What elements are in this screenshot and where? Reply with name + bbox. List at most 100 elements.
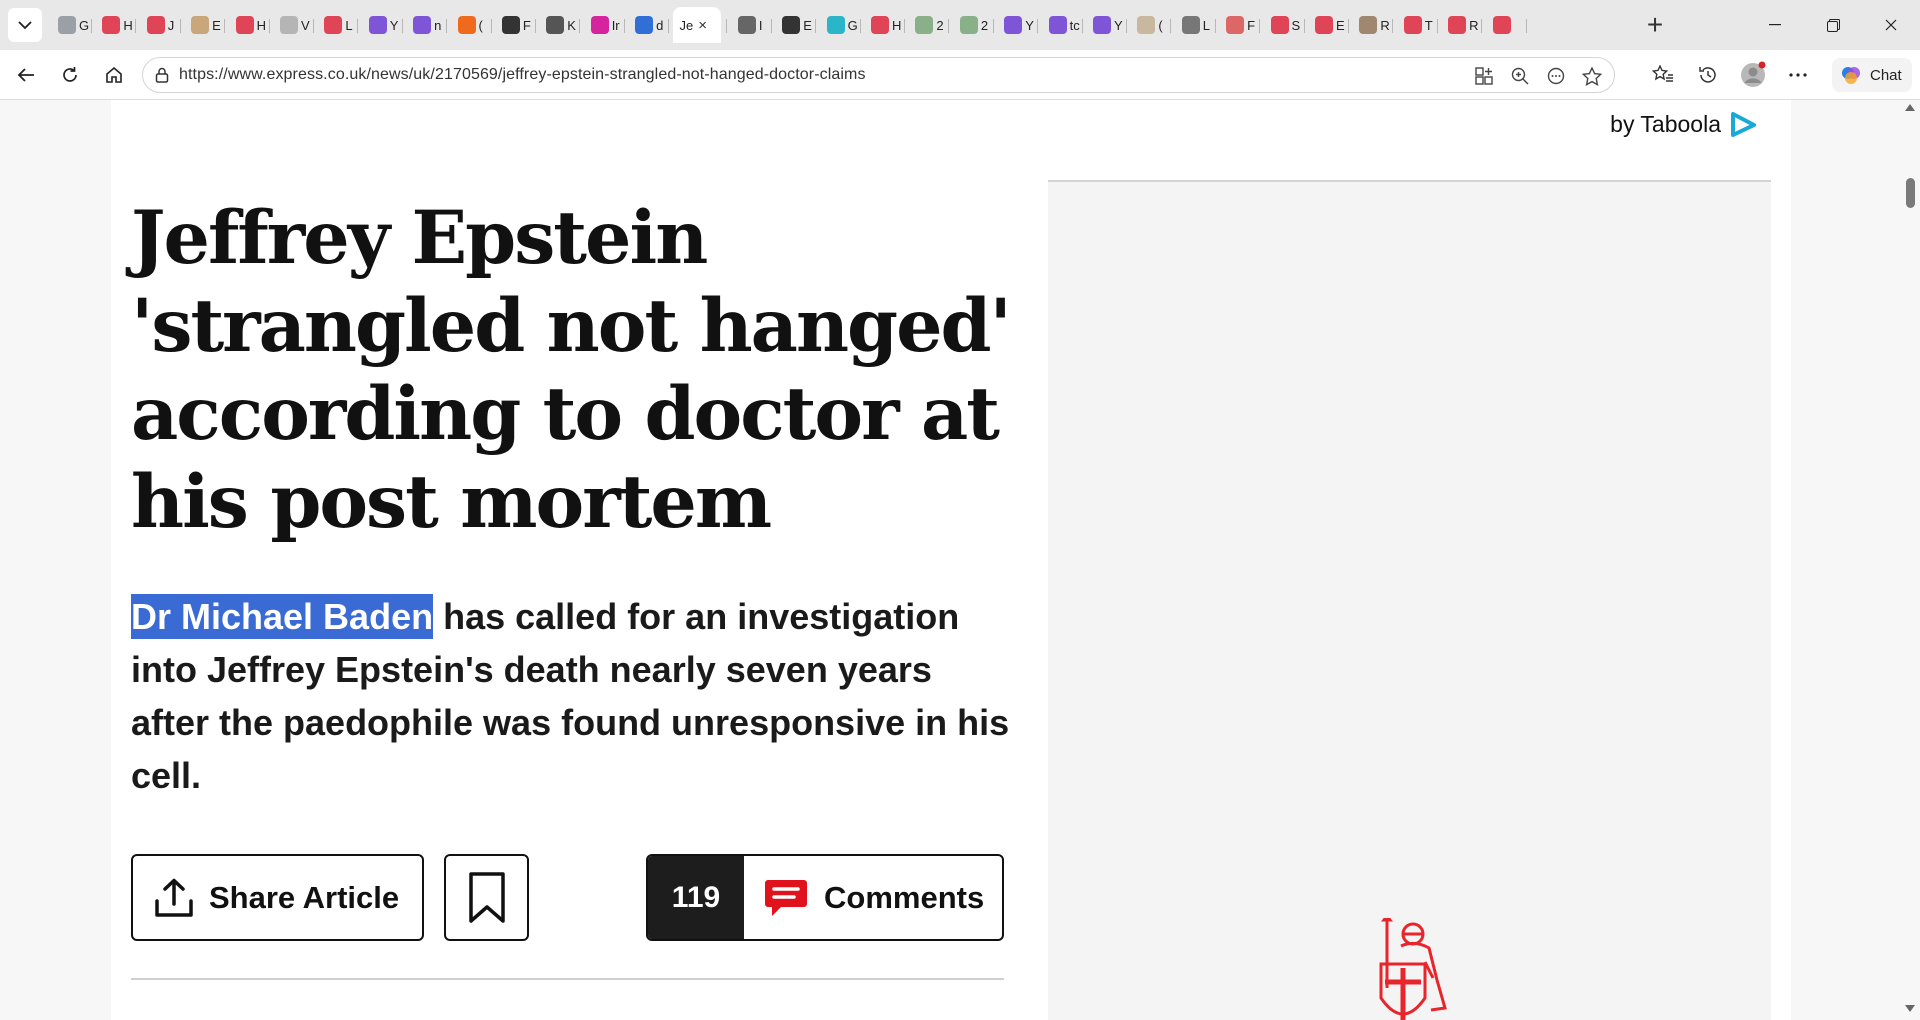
- browser-tab[interactable]: I: [732, 7, 772, 43]
- browser-tab[interactable]: L: [318, 7, 359, 43]
- taboola-logo-icon: [1731, 112, 1756, 137]
- bookmark-icon: [468, 871, 505, 923]
- circle-logo-icon: [191, 16, 210, 34]
- bookmark-button[interactable]: [444, 854, 529, 941]
- youtube-icon: [146, 16, 165, 34]
- app-available-button[interactable]: [1466, 58, 1502, 94]
- tab-title: Ir: [611, 17, 620, 33]
- browser-tab[interactable]: G: [52, 7, 92, 43]
- browser-tab[interactable]: H: [96, 7, 137, 43]
- browser-tab[interactable]: Y: [363, 7, 403, 43]
- tab-title: Y: [1025, 17, 1034, 33]
- favorite-star-button[interactable]: [1574, 58, 1610, 94]
- browser-tab[interactable]: 2: [909, 7, 950, 43]
- browser-tab[interactable]: Y: [998, 7, 1039, 43]
- browser-tab[interactable]: E: [776, 7, 817, 43]
- settings-more-button[interactable]: [1775, 55, 1820, 95]
- browser-tab[interactable]: [1487, 7, 1527, 43]
- profile-button[interactable]: [1730, 55, 1775, 95]
- tab-title: n: [434, 17, 442, 33]
- address-bar[interactable]: https://www.express.co.uk/news/uk/217056…: [142, 57, 1615, 93]
- selected-text[interactable]: Dr Michael Baden: [131, 594, 434, 639]
- tab-separator: [179, 19, 181, 33]
- comments-button[interactable]: 119 Comments: [646, 854, 1004, 941]
- youtube-icon: [871, 16, 890, 34]
- browser-tab[interactable]: T: [1398, 7, 1438, 43]
- lock-icon[interactable]: [155, 67, 169, 83]
- taboola-attribution[interactable]: by Taboola: [1610, 110, 1759, 138]
- browser-tab[interactable]: R: [1353, 7, 1394, 43]
- zoom-button[interactable]: [1502, 58, 1538, 94]
- browser-essentials-button[interactable]: [1538, 58, 1574, 94]
- page-scrollbar[interactable]: [1900, 100, 1920, 1020]
- photo-icon: [959, 16, 978, 34]
- tab-title: T: [1424, 17, 1433, 33]
- tab-title: G: [847, 17, 858, 33]
- browser-tab[interactable]: F: [1220, 7, 1261, 43]
- tab-title: R: [1469, 17, 1479, 33]
- scroll-up-arrow-icon[interactable]: [1905, 104, 1915, 111]
- url-text[interactable]: https://www.express.co.uk/news/uk/217056…: [179, 66, 866, 84]
- restore-button[interactable]: [1804, 0, 1862, 50]
- ellipsis-icon: [1788, 73, 1807, 77]
- browser-tab[interactable]: E: [1309, 7, 1349, 43]
- home-button[interactable]: [92, 55, 136, 95]
- browser-tab[interactable]: tc: [1043, 7, 1083, 43]
- browser-tab[interactable]: d: [629, 7, 670, 43]
- minimize-button[interactable]: [1746, 0, 1804, 50]
- photo-icon: [915, 16, 934, 34]
- tab-separator: [726, 19, 728, 33]
- browser-tab[interactable]: (: [452, 7, 492, 43]
- tab-actions-menu-button[interactable]: [8, 8, 42, 42]
- tab-separator: [446, 19, 448, 33]
- browser-tab[interactable]: E: [185, 7, 226, 43]
- browser-tab[interactable]: 2: [954, 7, 994, 43]
- tab-title: H: [256, 17, 266, 33]
- browser-tab[interactable]: F: [496, 7, 536, 43]
- close-tab-icon[interactable]: ×: [698, 17, 707, 34]
- new-tab-button[interactable]: +: [1638, 8, 1672, 42]
- browser-tab[interactable]: L: [1176, 7, 1216, 43]
- browser-tab[interactable]: V: [274, 7, 314, 43]
- scroll-down-arrow-icon[interactable]: [1905, 1005, 1915, 1012]
- tab-separator: [770, 19, 772, 33]
- browser-tab[interactable]: S: [1265, 7, 1305, 43]
- browser-tab[interactable]: n: [407, 7, 448, 43]
- share-article-button[interactable]: Share Article: [131, 854, 424, 941]
- browser-tab[interactable]: (: [1131, 7, 1172, 43]
- article-container: by Taboola Jeffrey Epstein 'strangled no…: [111, 100, 1791, 1020]
- restore-icon: [1826, 18, 1840, 32]
- close-window-button[interactable]: [1862, 0, 1920, 50]
- browser-tab[interactable]: H: [230, 7, 270, 43]
- home-icon: [106, 66, 122, 83]
- browser-tab[interactable]: R: [1442, 7, 1483, 43]
- yahoo-icon: [413, 16, 432, 34]
- tab-title: J: [167, 17, 175, 33]
- browser-tab[interactable]: Y: [1087, 7, 1127, 43]
- browser-tab[interactable]: H: [865, 7, 906, 43]
- tab-title: L: [1202, 17, 1210, 33]
- favorites-button[interactable]: [1640, 55, 1685, 95]
- tab-separator: [1125, 19, 1127, 33]
- browser-tab[interactable]: Je ×: [673, 7, 728, 43]
- tab-title: I: [758, 17, 763, 33]
- crusader-knight-logo: [1375, 913, 1455, 1020]
- content-divider: [131, 978, 1004, 980]
- youtube-icon: [324, 16, 343, 34]
- youtube-icon: [1492, 16, 1511, 34]
- share-label: Share Article: [209, 879, 400, 915]
- history-button[interactable]: [1685, 55, 1730, 95]
- tab-title: (: [478, 17, 483, 33]
- browser-tab[interactable]: G: [821, 7, 861, 43]
- back-button[interactable]: [4, 55, 48, 95]
- knight-logo-icon: [1379, 913, 1447, 1020]
- scrollbar-thumb[interactable]: [1906, 178, 1915, 208]
- page-icon: [279, 16, 298, 34]
- browser-tab[interactable]: Ir: [585, 7, 625, 43]
- browser-tab[interactable]: K: [540, 7, 581, 43]
- browser-tab[interactable]: J: [141, 7, 181, 43]
- refresh-button[interactable]: [48, 55, 92, 95]
- tab-separator: [91, 19, 92, 33]
- taboola-label[interactable]: by Taboola: [1610, 111, 1721, 138]
- copilot-chat-button[interactable]: Chat: [1832, 58, 1912, 92]
